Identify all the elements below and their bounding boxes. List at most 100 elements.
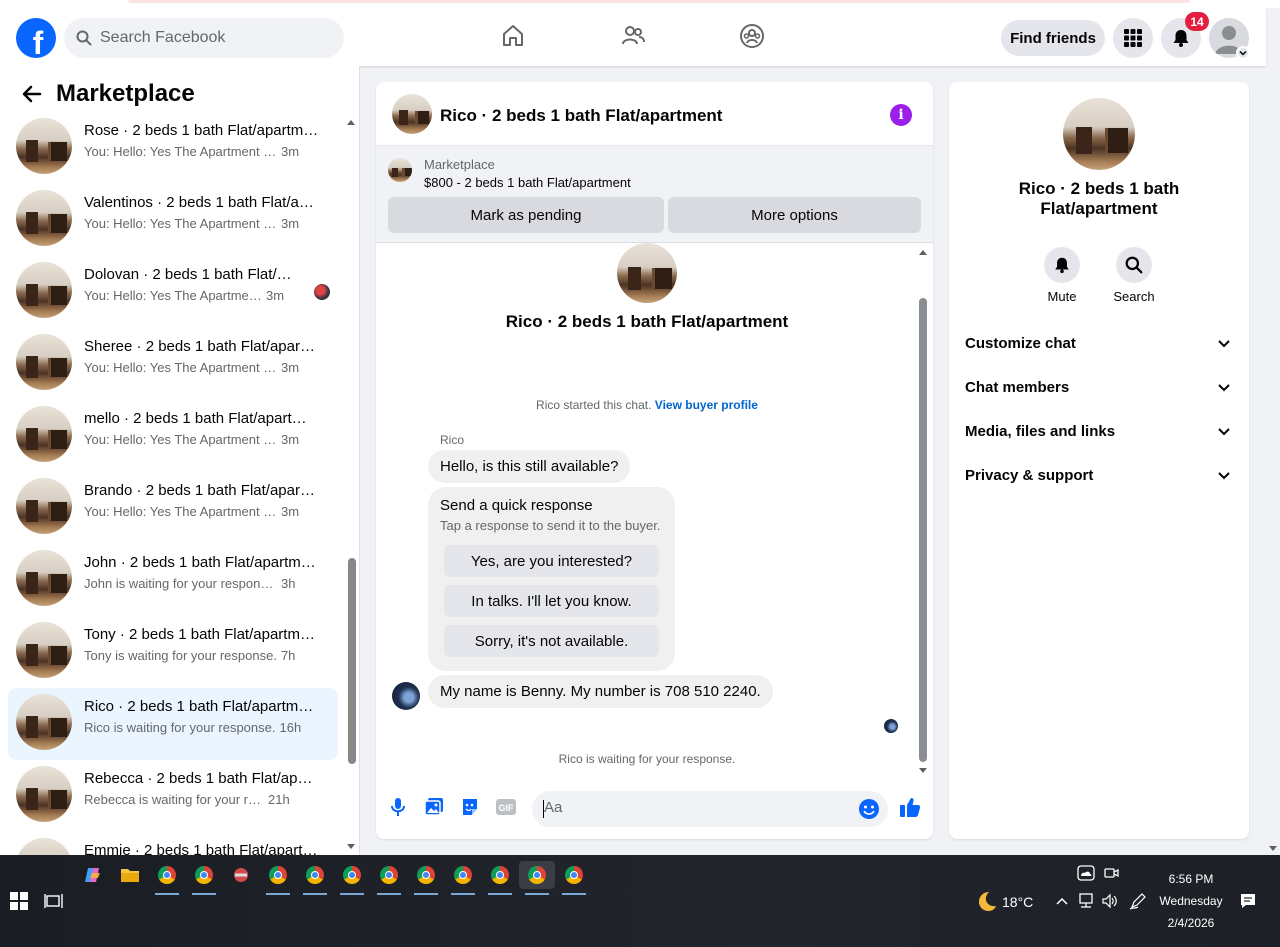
search-input[interactable]	[100, 29, 320, 47]
chrome-icon-active[interactable]	[519, 861, 555, 895]
message-composer: GIF	[376, 787, 933, 831]
file-explorer-icon[interactable]	[116, 861, 144, 889]
chrome-icon[interactable]	[375, 861, 403, 895]
conversation-preview: You: Hello: Yes The Apartment Is Still A…	[84, 360, 300, 375]
pen-icon[interactable]	[1124, 887, 1152, 915]
chrome-icon[interactable]	[486, 861, 514, 895]
mute-button[interactable]: Mute	[1032, 247, 1092, 304]
intro-name: Rico · 2 beds 1 bath Flat/apartment	[505, 312, 789, 331]
listing-thumbnail	[16, 622, 72, 678]
home-icon[interactable]	[499, 22, 527, 50]
chrome-icon[interactable]	[190, 861, 218, 895]
details-name: Rico · 2 beds 1 bath Flat/apartment	[1018, 179, 1180, 218]
thumbs-up-icon[interactable]	[898, 795, 922, 819]
windows-start-icon[interactable]	[5, 887, 33, 915]
friends-icon[interactable]	[619, 22, 647, 50]
clock-date[interactable]: 2/4/2026	[1154, 916, 1228, 930]
mute-label: Mute	[1047, 289, 1077, 304]
task-view-icon[interactable]	[40, 887, 68, 915]
browser-top-strip	[0, 0, 1280, 8]
search-in-chat-button[interactable]: Search	[1104, 247, 1164, 304]
info-icon[interactable]: i	[890, 104, 912, 126]
chrome-icon[interactable]	[301, 861, 329, 895]
listing-thumbnail	[16, 262, 72, 318]
privacy-support-section[interactable]: Privacy & support	[957, 454, 1241, 498]
volume-icon[interactable]	[1096, 887, 1124, 915]
listing-price: $800 - 2 beds 1 bath Flat/apartment	[424, 175, 631, 190]
chevron-down-icon	[1218, 472, 1230, 480]
account-chevron-icon[interactable]	[1236, 46, 1250, 60]
conversation-name: John · 2 beds 1 bath Flat/apartment	[84, 554, 319, 571]
bell-icon	[1055, 257, 1069, 274]
groups-icon[interactable]	[738, 22, 766, 50]
conversation-item[interactable]: Rose · 2 beds 1 bath Flat/apartment You:…	[8, 112, 338, 184]
customize-chat-section[interactable]: Customize chat	[957, 322, 1241, 366]
notification-count-badge: 14	[1185, 12, 1209, 31]
menu-grid-button[interactable]	[1113, 18, 1153, 58]
search-box[interactable]	[64, 18, 344, 58]
emoji-icon[interactable]	[858, 798, 880, 820]
photo-icon[interactable]	[422, 795, 446, 819]
conversation-item[interactable]: Emmie · 2 beds 1 bath Flat/apartment	[8, 832, 338, 855]
onedrive-icon[interactable]	[1072, 859, 1100, 887]
conversation-name: Tony · 2 beds 1 bath Flat/apartment	[84, 626, 319, 643]
conversation-preview: Tony is waiting for your response. 7h	[84, 648, 296, 663]
quick-response-option[interactable]: Yes, are you interested?	[444, 545, 659, 577]
chrome-icon[interactable]	[264, 861, 292, 895]
page-scrollbar[interactable]	[1266, 66, 1280, 855]
quick-response-option[interactable]: In talks. I'll let you know.	[444, 585, 659, 617]
chrome-icon[interactable]	[560, 861, 588, 895]
conversation-item[interactable]: Tony · 2 beds 1 bath Flat/apartment Tony…	[8, 616, 338, 688]
chrome-icon[interactable]	[449, 861, 477, 895]
notification-center-icon[interactable]	[1234, 887, 1262, 915]
chat-listing-thumbnail[interactable]	[392, 94, 432, 134]
weather-moon-icon[interactable]	[972, 887, 1000, 915]
conversation-item[interactable]: Valentinos · 2 beds 1 bath Flat/apartmen…	[8, 184, 338, 256]
copilot-icon[interactable]	[79, 861, 107, 889]
media-files-links-section[interactable]: Media, files and links	[957, 410, 1241, 454]
marketplace-inbox-sidebar: Marketplace Rose · 2 beds 1 bath Flat/ap…	[0, 66, 360, 855]
conversation-item[interactable]: mello · 2 beds 1 bath Flat/apartment You…	[8, 400, 338, 472]
message-input[interactable]	[544, 799, 844, 816]
view-buyer-profile-link[interactable]: View buyer profile	[655, 398, 758, 412]
conversation-preview: You: Hello: Yes The Apartment Is Still A…	[84, 504, 300, 519]
more-options-button[interactable]: More options	[668, 197, 921, 233]
chat-members-section[interactable]: Chat members	[957, 366, 1241, 410]
message-input-box[interactable]	[532, 791, 888, 827]
sidebar-title: Marketplace	[56, 80, 195, 107]
gif-icon[interactable]: GIF	[494, 795, 518, 819]
temperature: 18°C	[1002, 894, 1034, 910]
quick-response-subtitle: Tap a response to send it to the buyer.	[440, 518, 661, 533]
clock-time[interactable]: 6:56 PM	[1159, 872, 1223, 886]
conversation-name: Rebecca · 2 beds 1 bath Flat/apartment	[84, 770, 319, 787]
sidebar-scrollbar[interactable]	[344, 114, 358, 849]
chrome-icon[interactable]	[338, 861, 366, 895]
chrome-icon[interactable]	[412, 861, 440, 895]
sticker-icon[interactable]	[458, 795, 482, 819]
chat-scrollbar[interactable]	[917, 248, 929, 773]
chat-panel: Rico · 2 beds 1 bath Flat/apartment i Ma…	[376, 82, 933, 839]
find-friends-button[interactable]: Find friends	[1001, 20, 1105, 56]
mark-as-pending-button[interactable]: Mark as pending	[388, 197, 664, 233]
listing-label: Marketplace	[424, 157, 495, 172]
conversation-item[interactable]: Rebecca · 2 beds 1 bath Flat/apartment R…	[8, 760, 338, 832]
chat-title[interactable]: Rico · 2 beds 1 bath Flat/apartment	[440, 106, 722, 126]
quick-response-option[interactable]: Sorry, it's not available.	[444, 625, 659, 657]
conversation-item[interactable]: John · 2 beds 1 bath Flat/apartment John…	[8, 544, 338, 616]
read-receipt-avatar	[884, 719, 898, 733]
chevron-down-icon	[1218, 428, 1230, 436]
app-icon[interactable]	[227, 861, 255, 889]
conversation-item[interactable]: Dolovan · 2 beds 1 bath Flat/apartment Y…	[8, 256, 338, 328]
chrome-icon[interactable]	[153, 861, 181, 895]
windows-taskbar: 6:56 PM 18°C Wednesday 2/4/2026	[0, 855, 1280, 947]
meet-now-icon[interactable]	[1097, 859, 1125, 887]
conversation-item[interactable]: Brando · 2 beds 1 bath Flat/apartment Yo…	[8, 472, 338, 544]
conversation-item[interactable]: Sheree · 2 beds 1 bath Flat/apartment Yo…	[8, 328, 338, 400]
microphone-icon[interactable]	[386, 795, 410, 819]
sender-avatar[interactable]	[392, 682, 420, 710]
clock-day[interactable]: Wednesday	[1154, 894, 1228, 908]
back-arrow-icon[interactable]	[20, 82, 44, 106]
conversation-item-active[interactable]: Rico · 2 beds 1 bath Flat/apartment Rico…	[8, 688, 338, 760]
facebook-logo[interactable]: f	[16, 18, 56, 58]
svg-text:GIF: GIF	[499, 803, 515, 813]
